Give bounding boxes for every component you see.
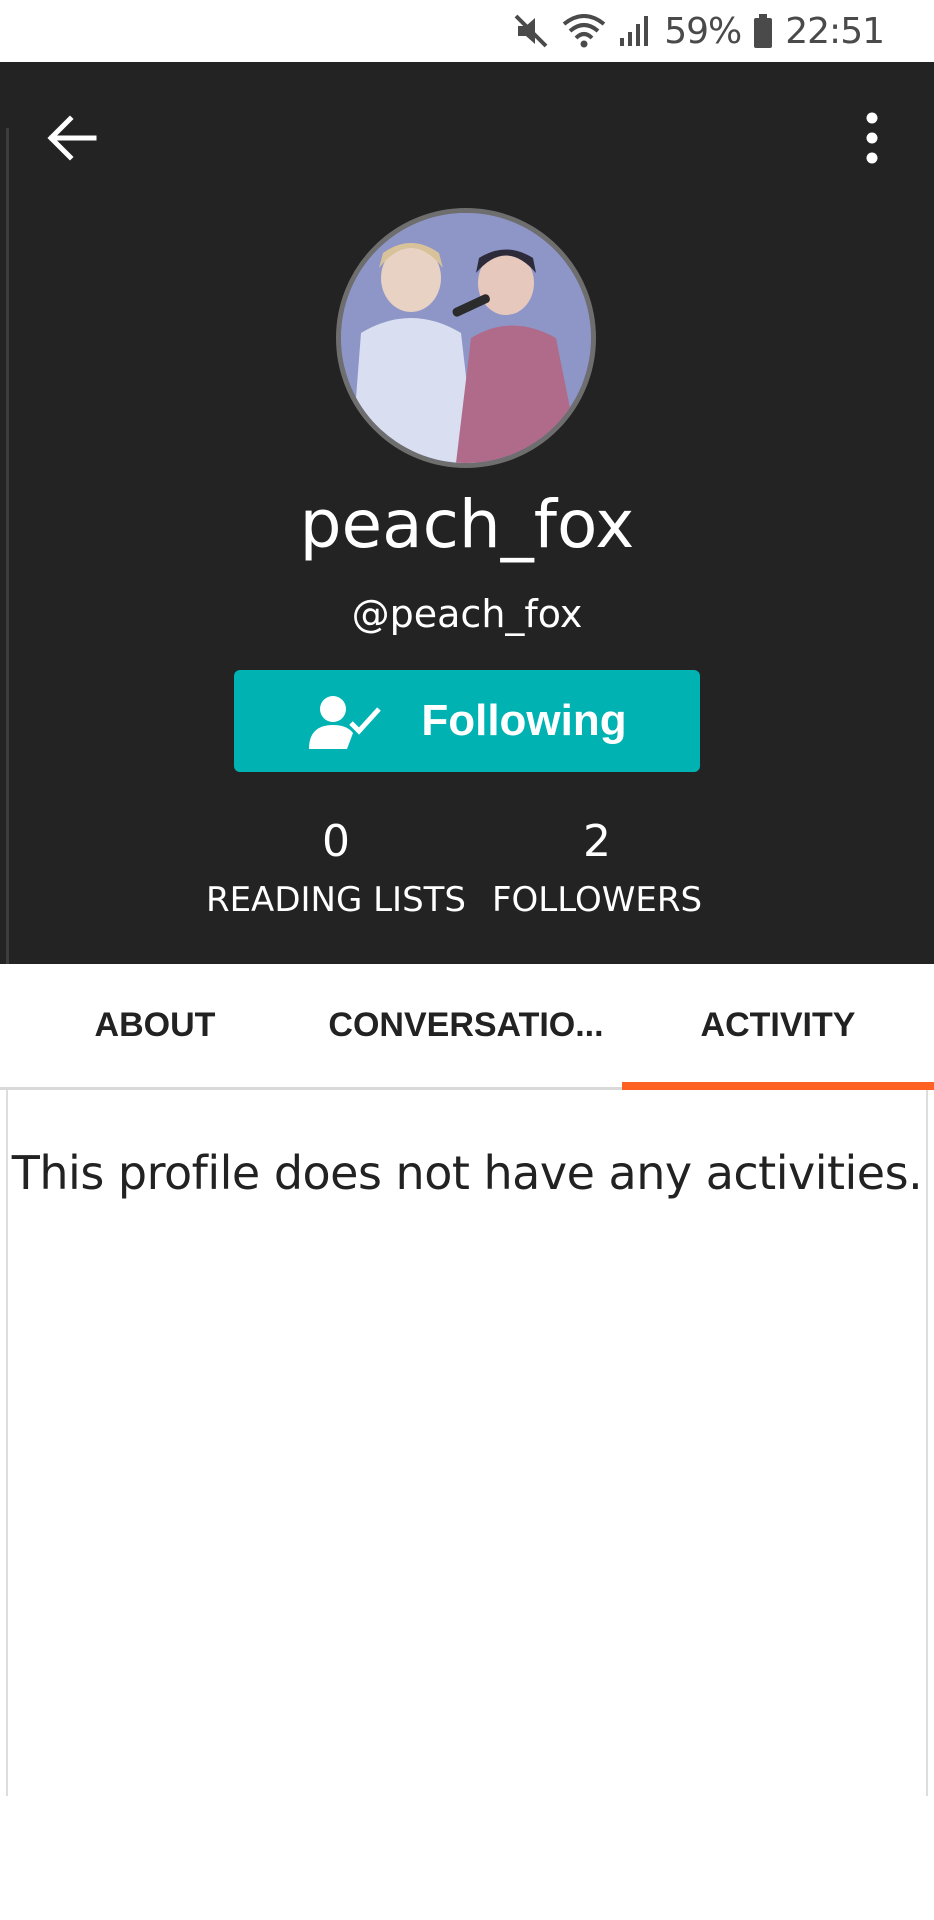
profile-tabs: ABOUT CONVERSATIO... ACTIVITY <box>0 964 934 1090</box>
battery-percent: 59% <box>664 10 742 52</box>
followers-count: 2 <box>583 816 611 867</box>
status-bar: 59% 22:51 <box>0 0 934 62</box>
signal-icon <box>620 16 649 46</box>
following-button-label: Following <box>421 696 627 745</box>
tab-conversations[interactable]: CONVERSATIO... <box>310 964 622 1087</box>
profile-header: peach_fox @peach_fox Following 0 READING… <box>0 62 934 964</box>
arrow-left-icon <box>47 115 97 161</box>
reading-lists-count: 0 <box>322 816 350 867</box>
active-tab-indicator <box>622 1082 934 1090</box>
followers-stat[interactable]: 2 FOLLOWERS <box>470 816 724 921</box>
following-button[interactable]: Following <box>234 670 700 772</box>
reading-lists-stat[interactable]: 0 READING LISTS <box>186 816 486 921</box>
user-check-icon <box>309 696 382 749</box>
more-options-button[interactable] <box>850 108 894 168</box>
wifi-icon <box>562 14 606 48</box>
display-name: peach_fox <box>299 486 635 563</box>
empty-activity-message: This profile does not have any activitie… <box>11 1146 923 1200</box>
mute-icon <box>514 14 548 48</box>
battery-icon <box>754 14 773 48</box>
tab-about[interactable]: ABOUT <box>0 964 310 1087</box>
clock: 22:51 <box>785 10 885 52</box>
back-button[interactable] <box>44 110 100 166</box>
tab-activity[interactable]: ACTIVITY <box>622 964 934 1087</box>
followers-label: FOLLOWERS <box>491 880 703 920</box>
username: @peach_fox <box>351 592 583 636</box>
avatar[interactable] <box>336 208 596 468</box>
more-vertical-icon <box>866 112 878 164</box>
reading-lists-label: READING LISTS <box>205 880 467 920</box>
avatar-photo <box>341 213 591 463</box>
